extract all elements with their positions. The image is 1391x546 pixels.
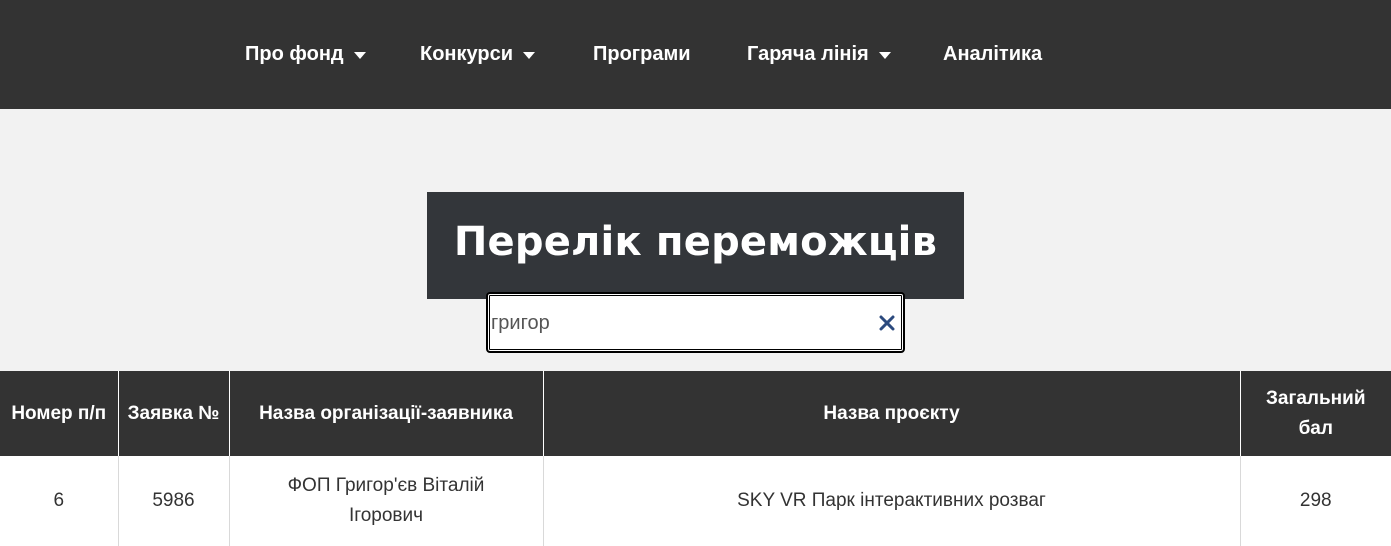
cell-application: 5986 — [117, 456, 229, 546]
close-icon[interactable] — [877, 313, 897, 333]
cell-number: 6 — [0, 456, 118, 546]
nav-item-label: Аналітика — [943, 42, 1043, 65]
column-header-number[interactable]: Номер п/п — [0, 371, 118, 456]
table-header-row: Номер п/п Заявка № Назва організації-зая… — [0, 371, 1391, 456]
chevron-down-icon — [878, 51, 891, 59]
column-header-project[interactable]: Назва проєкту — [542, 371, 1240, 456]
nav-item-label: Про фонд — [245, 42, 344, 65]
nav-item-label: Гаряча лінія — [747, 42, 869, 65]
column-header-organization[interactable]: Назва організації-заявника — [228, 371, 543, 456]
table-row: 6 5986 ФОП Григор'єв Віталій Ігорович SK… — [0, 456, 1391, 546]
winners-table: Номер п/п Заявка № Назва організації-зая… — [0, 371, 1391, 546]
search-input[interactable] — [491, 304, 871, 342]
column-header-application[interactable]: Заявка № — [117, 371, 229, 456]
nav-item-programs[interactable]: Програми — [593, 40, 691, 68]
cell-project: SKY VR Парк інтерактивних розваг — [542, 456, 1240, 546]
nav-item-label: Програми — [593, 42, 691, 65]
page-title: Перелік переможців — [453, 218, 938, 265]
nav-item-label: Конкурси — [420, 42, 514, 65]
column-header-score[interactable]: Загальний бал — [1239, 371, 1391, 456]
search-box — [486, 292, 905, 353]
chevron-down-icon — [353, 51, 366, 59]
nav-item-contests[interactable]: Конкурси — [420, 40, 536, 68]
nav-item-about-fund[interactable]: Про фонд — [245, 40, 366, 68]
cell-organization: ФОП Григор'єв Віталій Ігорович — [228, 456, 543, 546]
top-navigation: Про фонд Конкурси Програми Гаряча лінія … — [0, 0, 1391, 109]
chevron-down-icon — [523, 51, 536, 59]
page-title-box: Перелік переможців — [427, 192, 964, 299]
nav-item-hotline[interactable]: Гаряча лінія — [747, 40, 891, 68]
cell-score: 298 — [1239, 456, 1391, 546]
nav-item-analytics[interactable]: Аналітика — [943, 40, 1042, 68]
